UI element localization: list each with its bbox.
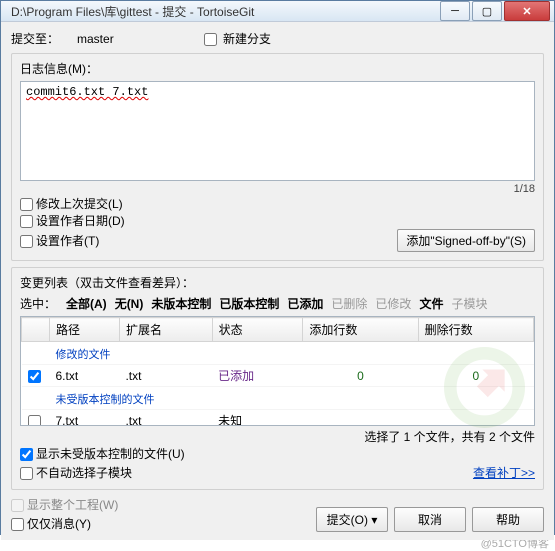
dialog-body: 提交至： master 新建分支 日志信息(M)： commit6.txt 7.…: [1, 22, 554, 540]
new-branch-label: 新建分支: [223, 32, 271, 46]
new-branch-checkbox[interactable]: [204, 33, 217, 46]
filter-added[interactable]: 已添加: [287, 295, 323, 312]
commit-button[interactable]: 提交(O) ▾: [316, 507, 388, 532]
titlebar[interactable]: D:\Program Files\库\gittest - 提交 - Tortoi…: [1, 1, 554, 22]
filter-none[interactable]: 无(N): [115, 295, 144, 312]
change-list-legend: 变更列表（双击文件查看差异）：: [20, 274, 535, 291]
table-row[interactable]: 6.txt .txt 已添加 0 0: [22, 365, 534, 387]
group-modified: 修改的文件: [22, 342, 534, 365]
amend-option[interactable]: 修改上次提交(L): [20, 197, 123, 211]
select-label: 选中：: [20, 295, 56, 312]
filter-versioned[interactable]: 已版本控制: [219, 295, 279, 312]
message-only-checkbox[interactable]: [11, 518, 24, 531]
col-ext[interactable]: 扩展名: [119, 318, 212, 342]
whole-project-option: 显示整个工程(W): [11, 496, 118, 513]
col-del[interactable]: 删除行数: [418, 318, 533, 342]
filter-files[interactable]: 文件: [419, 295, 443, 312]
dropdown-icon: ▾: [371, 513, 377, 527]
selection-info: 选择了 1 个文件，共有 2 个文件: [20, 428, 535, 445]
whole-project-checkbox: [11, 499, 24, 512]
filter-modified[interactable]: 已修改: [375, 295, 411, 312]
row-checkbox[interactable]: [28, 415, 41, 426]
signed-off-button[interactable]: 添加"Signed-off-by"(S): [397, 229, 535, 252]
filter-unversioned[interactable]: 未版本控制: [151, 295, 211, 312]
log-message-legend: 日志信息(M)：: [20, 60, 535, 77]
set-author-option[interactable]: 设置作者(T): [20, 232, 99, 249]
col-add[interactable]: 添加行数: [303, 318, 418, 342]
commit-message-input[interactable]: commit6.txt 7.txt: [20, 81, 535, 181]
char-counter: 1/18: [20, 183, 535, 195]
help-button[interactable]: 帮助: [472, 507, 544, 532]
commit-to-label: 提交至：: [11, 30, 59, 47]
table-row[interactable]: 7.txt .txt 未知: [22, 410, 534, 427]
minimize-button[interactable]: ─: [440, 1, 470, 21]
branch-name: master: [77, 32, 114, 46]
filter-submodules[interactable]: 子模块: [451, 295, 487, 312]
filter-deleted[interactable]: 已删除: [331, 295, 367, 312]
group-unversioned: 未受版本控制的文件: [22, 387, 534, 410]
show-unversioned-option[interactable]: 显示未受版本控制的文件(U): [20, 445, 185, 462]
show-unversioned-checkbox[interactable]: [20, 448, 33, 461]
file-table: 路径 扩展名 状态 添加行数 删除行数 修改的文件 6.txt .txt: [21, 317, 534, 426]
commit-to-row: 提交至： master 新建分支: [11, 30, 544, 47]
col-status[interactable]: 状态: [212, 318, 303, 342]
window-title: D:\Program Files\库\gittest - 提交 - Tortoi…: [11, 3, 438, 20]
filter-bar: 选中： 全部(A) 无(N) 未版本控制 已版本控制 已添加 已删除 已修改 文…: [20, 295, 535, 312]
no-auto-submodule-checkbox[interactable]: [20, 467, 33, 480]
view-patch-link[interactable]: 查看补丁>>: [473, 464, 535, 481]
maximize-button[interactable]: ▢: [472, 1, 502, 21]
cancel-button[interactable]: 取消: [394, 507, 466, 532]
set-author-checkbox[interactable]: [20, 235, 33, 248]
set-date-checkbox[interactable]: [20, 215, 33, 228]
new-branch-option[interactable]: 新建分支: [204, 30, 271, 47]
change-list-group: 变更列表（双击文件查看差异）： 选中： 全部(A) 无(N) 未版本控制 已版本…: [11, 267, 544, 490]
set-date-option[interactable]: 设置作者日期(D): [20, 214, 125, 228]
row-checkbox[interactable]: [28, 370, 41, 383]
no-auto-submodule-option[interactable]: 不自动选择子模块: [20, 464, 185, 481]
commit-dialog-window: D:\Program Files\库\gittest - 提交 - Tortoi…: [0, 0, 555, 535]
amend-checkbox[interactable]: [20, 198, 33, 211]
dialog-buttons: 提交(O) ▾ 取消 帮助: [316, 501, 544, 532]
file-list[interactable]: 路径 扩展名 状态 添加行数 删除行数 修改的文件 6.txt .txt: [20, 316, 535, 426]
col-path[interactable]: 路径: [50, 318, 120, 342]
close-button[interactable]: ✕: [504, 1, 550, 21]
filter-all[interactable]: 全部(A): [66, 295, 107, 312]
log-message-group: 日志信息(M)： commit6.txt 7.txt 1/18 修改上次提交(L…: [11, 53, 544, 261]
message-only-option[interactable]: 仅仅消息(Y): [11, 515, 118, 532]
